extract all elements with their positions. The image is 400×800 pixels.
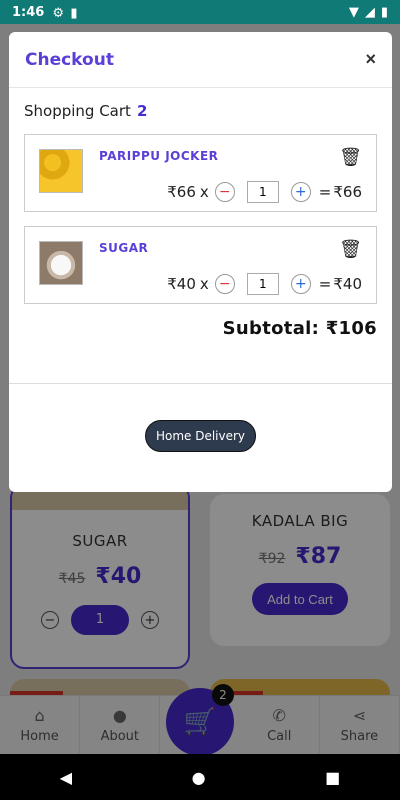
trash-icon[interactable]: 🗑 (339, 147, 362, 168)
equals-sign: = (318, 275, 332, 293)
wifi-icon: ▼ (348, 4, 359, 20)
equals-sign: = (318, 183, 332, 201)
sugar-product-image (39, 241, 83, 285)
cart-item-count: 2 (136, 102, 148, 120)
battery-icon: ▮ (380, 4, 388, 20)
quantity-input[interactable] (246, 181, 279, 203)
parippu-product-image (39, 149, 83, 193)
close-button[interactable]: × (365, 49, 376, 70)
back-icon[interactable]: ◀ (60, 768, 72, 787)
checkout-modal: Checkout × Shopping Cart 2 PARIPPU JOCKER… (9, 32, 392, 492)
subtotal: Subtotal: ₹106 (222, 318, 377, 339)
line-total: ₹66 (333, 183, 362, 201)
cart-item-price-line: ₹40 x − + = ₹40 (167, 273, 362, 295)
status-time: 1:46 (12, 4, 45, 20)
increase-quantity-button[interactable]: + (290, 274, 311, 294)
status-bar: 1:46 ⚙ ▮ ▼ ◢ ▮ (0, 0, 400, 24)
multiply-sign: x (199, 183, 209, 201)
signal-icon: ◢ (364, 4, 375, 20)
cart-item-name: PARIPPU JOCKER (99, 149, 219, 163)
modal-title: Checkout (25, 49, 114, 70)
home-circle-icon[interactable]: ● (192, 768, 206, 787)
cart-item: PARIPPU JOCKER 🗑 ₹66 x − + = ₹66 (24, 134, 377, 212)
home-delivery-button[interactable]: Home Delivery (144, 420, 257, 452)
unit-price: ₹66 (167, 183, 196, 201)
shopping-cart-heading: Shopping Cart 2 (24, 102, 377, 120)
unit-price: ₹40 (167, 275, 196, 293)
sd-card-icon: ▮ (70, 6, 78, 21)
system-navigation-bar: ◀ ● ■ (0, 754, 400, 800)
multiply-sign: x (199, 275, 209, 293)
decrease-quantity-button[interactable]: − (214, 274, 235, 294)
increase-quantity-button[interactable]: + (290, 182, 311, 202)
cart-item-price-line: ₹66 x − + = ₹66 (167, 181, 362, 203)
decrease-quantity-button[interactable]: − (214, 182, 235, 202)
line-total: ₹40 (333, 275, 362, 293)
cart-item: SUGAR 🗑 ₹40 x − + = ₹40 (24, 226, 377, 304)
shopping-cart-label: Shopping Cart (24, 102, 131, 120)
recents-icon[interactable]: ■ (325, 768, 340, 787)
quantity-input[interactable] (246, 273, 279, 295)
cart-item-name: SUGAR (99, 241, 149, 255)
divider (9, 383, 392, 384)
trash-icon[interactable]: 🗑 (339, 239, 362, 260)
settings-icon: ⚙ (52, 6, 64, 21)
modal-header: Checkout × (9, 32, 392, 88)
